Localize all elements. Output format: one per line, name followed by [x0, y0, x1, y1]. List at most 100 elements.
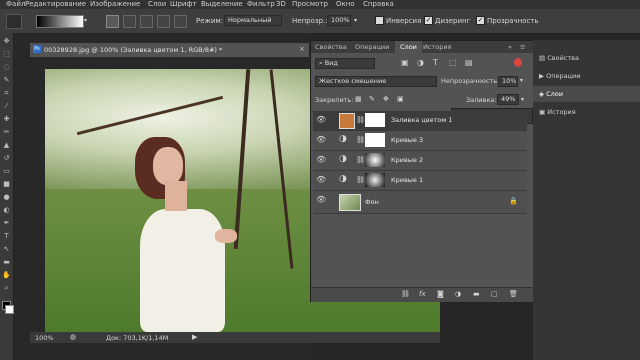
layer-row[interactable]: 👁 ◑ ⛓ Кривые 1	[313, 171, 527, 191]
link-icon[interactable]: ⛓	[356, 176, 365, 184]
eye-icon[interactable]: 👁	[316, 174, 326, 185]
dodge-tool-icon[interactable]: ◐	[2, 206, 11, 215]
play-icon[interactable]: ▶	[192, 333, 197, 341]
collapse-icon[interactable]: »	[508, 41, 512, 53]
stamp-tool-icon[interactable]: ▲	[2, 141, 11, 150]
layer-name[interactable]: Кривые 1	[391, 171, 423, 190]
menu-image[interactable]: Изображение	[90, 0, 140, 8]
curves-adjustment-icon[interactable]: ◑	[339, 134, 347, 144]
gradient-tool-icon[interactable]: ■	[2, 180, 11, 189]
eraser-tool-icon[interactable]: ▭	[2, 167, 11, 176]
menu-edit[interactable]: Редактирование	[25, 0, 86, 8]
quick-select-tool-icon[interactable]: ✎	[2, 76, 11, 85]
layer-row[interactable]: 👁 ◑ ⛓ Кривые 3	[313, 131, 527, 151]
path-select-tool-icon[interactable]: ↖	[2, 245, 11, 254]
lock-transparent-icon[interactable]: ▦	[355, 95, 362, 103]
gradient-tool-icon[interactable]	[6, 14, 22, 29]
type-tool-icon[interactable]: T	[2, 232, 11, 241]
layer-name[interactable]: Фон	[365, 191, 379, 213]
chevron-down-icon[interactable]: ▾	[520, 77, 523, 84]
opacity-field[interactable]: 100%	[327, 15, 351, 26]
menu-icon[interactable]: ≡	[520, 41, 525, 53]
gradient-preview[interactable]	[36, 15, 84, 28]
zoom-tool-icon[interactable]: ⌕	[2, 284, 11, 293]
curves-adjustment-icon[interactable]: ◑	[339, 174, 347, 184]
eye-icon[interactable]: 👁	[316, 154, 326, 165]
lock-pixels-icon[interactable]: ✎	[369, 95, 375, 103]
curves-adjustment-icon[interactable]: ◑	[339, 154, 347, 164]
menu-help[interactable]: Справка	[363, 0, 394, 8]
menu-select[interactable]: Выделение	[201, 0, 243, 8]
eye-icon[interactable]: 👁	[316, 194, 326, 205]
shape-filter-icon[interactable]: ⬚	[449, 58, 457, 67]
angle-gradient-icon[interactable]	[140, 15, 153, 28]
chevron-down-icon[interactable]: ▾	[354, 17, 357, 24]
inversion-checkbox[interactable]	[375, 16, 384, 25]
dither-checkbox[interactable]: ✓	[424, 16, 433, 25]
reflected-gradient-icon[interactable]	[157, 15, 170, 28]
transparency-checkbox[interactable]: ✓	[476, 16, 485, 25]
linear-gradient-icon[interactable]	[106, 15, 119, 28]
dock-item-actions[interactable]: ▶ Операции	[539, 68, 580, 84]
layer-mask-thumbnail[interactable]	[365, 173, 385, 187]
layer-mask-thumbnail[interactable]	[365, 113, 385, 127]
smart-object-filter-icon[interactable]: ▤	[465, 58, 473, 67]
marquee-tool-icon[interactable]: ⬚	[2, 50, 11, 59]
layer-row[interactable]: 👁 ◑ ⛓ Кривые 2	[313, 151, 527, 171]
layer-mask-thumbnail[interactable]	[365, 133, 385, 147]
adjustment-icon[interactable]: ◑	[455, 290, 461, 298]
layer-name[interactable]: Заливка цветом 1	[391, 111, 452, 130]
link-icon[interactable]: ⛓	[356, 116, 365, 124]
layer-name[interactable]: Кривые 2	[391, 151, 423, 170]
type-filter-icon[interactable]: T	[433, 58, 438, 67]
chevron-down-icon[interactable]: ▾	[84, 17, 87, 24]
fill-swatch-thumbnail[interactable]	[339, 113, 355, 129]
menu-window[interactable]: Окно	[336, 0, 355, 8]
layer-name[interactable]: Кривые 3	[391, 131, 423, 150]
shape-tool-icon[interactable]: ▬	[2, 258, 11, 267]
background-color-swatch[interactable]	[5, 305, 14, 314]
filter-toggle-icon[interactable]	[514, 58, 522, 67]
fill-field[interactable]: 49%	[497, 94, 519, 105]
link-icon[interactable]: ⛓	[356, 156, 365, 164]
adjustment-filter-icon[interactable]: ◑	[417, 58, 424, 67]
blur-tool-icon[interactable]: ●	[2, 193, 11, 202]
radial-gradient-icon[interactable]	[123, 15, 136, 28]
dock-item-layers[interactable]: ◈ Слои	[533, 86, 640, 102]
move-tool-icon[interactable]: ✥	[2, 37, 11, 46]
diamond-gradient-icon[interactable]	[174, 15, 187, 28]
healing-tool-icon[interactable]: ✚	[2, 115, 11, 124]
info-icon[interactable]: ◍	[70, 333, 76, 341]
layer-row[interactable]: 👁 Фон 🔒	[313, 191, 527, 214]
link-icon[interactable]: ⛓	[401, 290, 410, 298]
tab-history[interactable]: История	[423, 41, 451, 53]
menu-layers[interactable]: Слои	[148, 0, 166, 8]
trash-icon[interactable]: 🗑	[509, 290, 518, 298]
mask-icon[interactable]: ◙	[437, 290, 444, 298]
tab-layers[interactable]: Слои	[395, 41, 422, 53]
layer-row[interactable]: 👁 ⛓ Заливка цветом 1	[313, 111, 527, 131]
group-icon[interactable]: ▬	[473, 290, 480, 298]
hand-tool-icon[interactable]: ✋	[2, 271, 11, 280]
layer-mask-thumbnail[interactable]	[365, 153, 385, 167]
crop-tool-icon[interactable]: ⌗	[2, 89, 11, 98]
menu-3d[interactable]: 3D	[276, 0, 286, 8]
layer-filter-select[interactable]: ⌕ Вид	[315, 58, 375, 69]
pixel-filter-icon[interactable]: ▣	[401, 58, 409, 67]
dock-item-properties[interactable]: ▤ Свойства	[539, 50, 579, 66]
layer-opacity-field[interactable]: 10%	[498, 76, 518, 87]
menu-filter[interactable]: Фильтр	[247, 0, 275, 8]
lock-position-icon[interactable]: ✥	[383, 95, 389, 103]
menu-type[interactable]: Шрифт	[170, 0, 197, 8]
brush-tool-icon[interactable]: ✏	[2, 128, 11, 137]
lock-all-icon[interactable]: ▣	[397, 95, 404, 103]
background-thumbnail[interactable]	[339, 194, 361, 211]
menu-view[interactable]: Просмотр	[292, 0, 328, 8]
mode-select[interactable]: Нормальный	[224, 15, 282, 26]
new-layer-icon[interactable]: ▢	[491, 290, 498, 298]
zoom-level[interactable]: 100%	[35, 334, 54, 342]
eye-icon[interactable]: 👁	[316, 134, 326, 145]
link-icon[interactable]: ⛓	[356, 136, 365, 144]
close-icon[interactable]: ×	[299, 45, 305, 53]
blend-mode-select[interactable]: Жесткое смешение	[315, 76, 437, 87]
